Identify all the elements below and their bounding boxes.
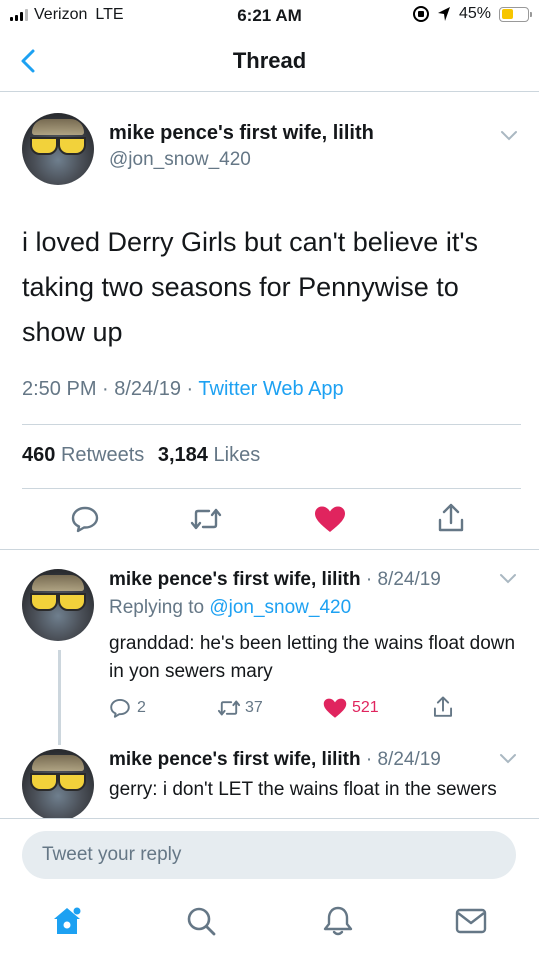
location-icon — [437, 7, 450, 21]
divider — [22, 488, 521, 489]
author-name[interactable]: mike pence's first wife, lilith — [109, 122, 374, 145]
reply-text: gerry: i don't LET the wains float in th… — [109, 779, 497, 800]
notifications-icon[interactable] — [322, 904, 354, 938]
reply-date: · 8/24/19 — [360, 569, 441, 590]
reply-header: mike pence's first wife, lilith · 8/24/1… — [109, 749, 441, 771]
reply-author-name[interactable]: mike pence's first wife, lilith — [109, 749, 361, 770]
home-icon[interactable] — [50, 904, 84, 938]
share-icon[interactable] — [432, 695, 454, 719]
heart-filled-icon[interactable] — [314, 505, 346, 533]
status-right: 45% — [412, 5, 532, 23]
avatar[interactable] — [22, 569, 94, 641]
reply-date: · 8/24/19 — [360, 749, 441, 770]
retweet-stat[interactable]: 460 Retweets — [22, 444, 144, 466]
reply-item[interactable]: mike pence's first wife, lilith · 8/24/1… — [0, 740, 539, 818]
replying-handle[interactable]: @jon_snow_420 — [209, 597, 351, 618]
tweet-text: i loved Derry Girls but can't believe it… — [22, 227, 478, 347]
tweet-metadata: 2:50 PM · 8/24/19 · Twitter Web App — [22, 378, 344, 401]
chevron-down-icon[interactable] — [499, 753, 517, 765]
like-count: 521 — [352, 699, 379, 716]
tweet-timestamp: 2:50 PM · 8/24/19 · — [22, 378, 199, 400]
thread-connector — [58, 650, 61, 745]
reply-bar — [0, 818, 539, 890]
reply-count: 2 — [137, 699, 146, 716]
share-icon[interactable] — [436, 502, 466, 534]
retweet-icon[interactable] — [216, 697, 242, 719]
tab-bar — [0, 890, 539, 960]
reply-icon[interactable] — [70, 504, 100, 534]
chevron-down-icon[interactable] — [499, 573, 517, 585]
retweet-icon[interactable] — [188, 504, 224, 534]
battery-percent: 45% — [458, 5, 491, 22]
like-stat[interactable]: 3,184 Likes — [158, 444, 260, 466]
reply-header: mike pence's first wife, lilith · 8/24/1… — [109, 569, 441, 591]
avatar[interactable] — [22, 749, 94, 818]
chevron-down-icon[interactable] — [500, 130, 518, 142]
reply-icon[interactable] — [109, 697, 131, 719]
tweet-stats: 460 Retweets 3,184 Likes — [22, 444, 260, 467]
author-handle[interactable]: @jon_snow_420 — [109, 149, 251, 171]
search-icon[interactable] — [184, 904, 218, 938]
messages-icon[interactable] — [454, 906, 488, 936]
tweet-source[interactable]: Twitter Web App — [198, 378, 343, 400]
replying-to: Replying to @jon_snow_420 — [109, 597, 352, 618]
reply-author-name[interactable]: mike pence's first wife, lilith — [109, 569, 361, 590]
divider — [22, 424, 521, 425]
battery-icon — [499, 6, 532, 22]
reply-text: granddad: he's been letting the wains fl… — [109, 633, 516, 682]
orientation-lock-icon — [412, 6, 429, 22]
status-bar: Verizon LTE 6:21 AM 45% — [0, 0, 539, 32]
heart-filled-icon[interactable] — [323, 697, 347, 719]
page-title: Thread — [232, 48, 307, 73]
reply-input[interactable] — [22, 831, 516, 879]
divider — [0, 549, 539, 550]
avatar[interactable] — [22, 113, 94, 185]
retweet-count: 37 — [245, 699, 263, 716]
nav-bar: Thread — [0, 32, 539, 92]
